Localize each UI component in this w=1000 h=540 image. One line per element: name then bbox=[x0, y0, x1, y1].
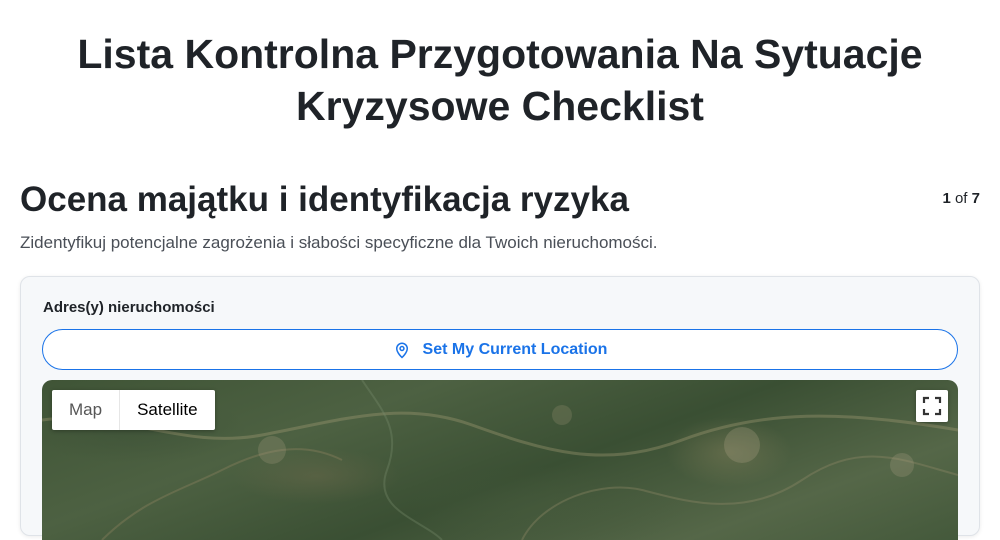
map-type-control: Map Satellite bbox=[52, 390, 215, 430]
fullscreen-icon bbox=[922, 396, 942, 416]
step-indicator: 1 of 7 bbox=[942, 190, 980, 207]
satellite-map[interactable]: Map Satellite bbox=[42, 380, 958, 540]
step-total: 7 bbox=[971, 190, 980, 207]
address-card: Adres(y) nieruchomości Set My Current Lo… bbox=[20, 276, 980, 540]
address-field-label: Adres(y) nieruchomości bbox=[43, 299, 215, 316]
set-current-location-button[interactable]: Set My Current Location bbox=[42, 329, 958, 370]
step-current: 1 bbox=[942, 190, 951, 207]
fullscreen-button[interactable] bbox=[916, 390, 948, 422]
section-title: Ocena majątku i identyfikacja ryzyka bbox=[20, 180, 629, 219]
set-current-location-label: Set My Current Location bbox=[422, 340, 608, 358]
step-of: of bbox=[954, 190, 968, 207]
map-type-map-button[interactable]: Map bbox=[52, 390, 121, 430]
section-description: Zidentyfikuj potencjalne zagrożenia i sł… bbox=[20, 233, 658, 252]
section-header: Ocena majątku i identyfikacja ryzyka 1 o… bbox=[20, 178, 980, 222]
map-type-satellite-button[interactable]: Satellite bbox=[120, 390, 214, 430]
map-pin-icon bbox=[395, 342, 408, 359]
page-title: Lista Kontrolna Przygotowania Na Sytuacj… bbox=[77, 31, 923, 129]
